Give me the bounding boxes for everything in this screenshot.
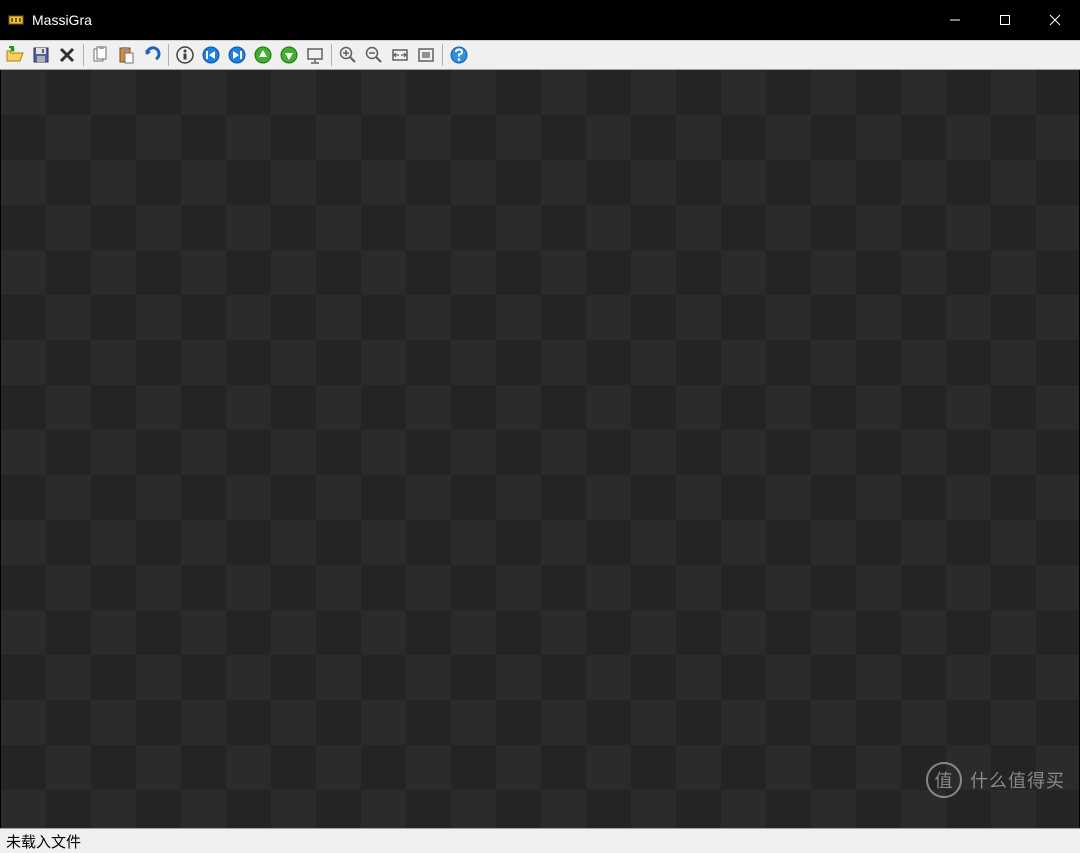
save-button[interactable] [29,43,53,67]
info-button[interactable] [173,43,197,67]
open-button[interactable] [3,43,27,67]
watermark-text: 什么值得买 [970,767,1065,793]
toolbar-separator [168,44,169,66]
paste-button[interactable] [114,43,138,67]
statusbar: 未载入文件 [0,828,1080,853]
minimize-button[interactable] [930,0,980,40]
slideshow-button[interactable] [303,43,327,67]
toolbar [0,40,1080,70]
image-viewport[interactable]: 值 什么值得买 [0,70,1080,828]
app-icon [8,12,24,28]
status-message: 未载入文件 [6,831,81,852]
last-button[interactable] [225,43,249,67]
watermark: 值 什么值得买 [926,762,1065,798]
delete-button[interactable] [55,43,79,67]
toolbar-separator [83,44,84,66]
next-button[interactable] [277,43,301,67]
watermark-badge-icon: 值 [926,762,962,798]
copy-button[interactable] [88,43,112,67]
zoom-in-button[interactable] [336,43,360,67]
toolbar-separator [331,44,332,66]
fit-width-button[interactable] [388,43,412,67]
fit-window-button[interactable] [414,43,438,67]
titlebar: MassiGra [0,0,1080,40]
first-button[interactable] [199,43,223,67]
toolbar-separator [442,44,443,66]
undo-button[interactable] [140,43,164,67]
help-button[interactable] [447,43,471,67]
prev-button[interactable] [251,43,275,67]
maximize-button[interactable] [980,0,1030,40]
window-title: MassiGra [32,12,92,28]
close-button[interactable] [1030,0,1080,40]
zoom-out-button[interactable] [362,43,386,67]
